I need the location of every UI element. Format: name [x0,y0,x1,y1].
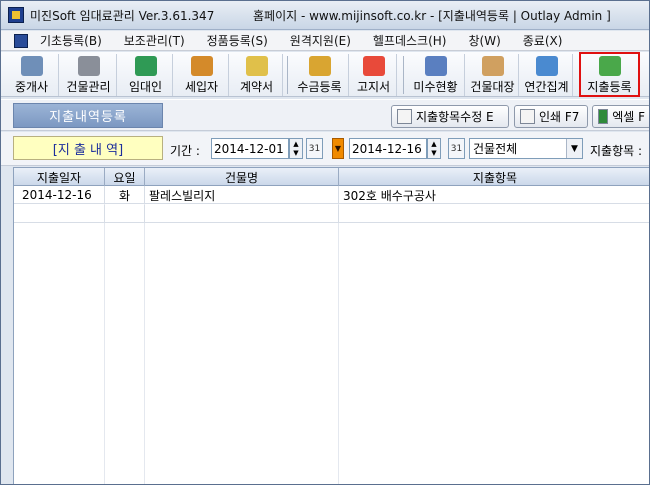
menu-bar: 기초등록(B) 보조관리(T) 정품등록(S) 원격지원(E) 헬프데스크(H)… [1,31,649,51]
date-to-calendar-icon[interactable]: 31 [448,138,465,159]
app-window: 미진Soft 임대료관리 Ver.3.61.347 홈페이지 - www.mij… [0,0,650,485]
section-title: 지출내역등록 [13,103,163,128]
panel-label: [지 출 내 역] [13,136,163,160]
menu-exit[interactable]: 종료(X) [523,32,563,49]
toolbar-button-agent[interactable]: 중개사 [5,54,59,96]
building-select[interactable]: 건물전체 ▼ [469,138,583,159]
toolbar-button-landlord[interactable]: 임대인 [119,54,173,96]
excel-label: 엑셀 F [612,110,645,124]
printer-icon [520,109,535,124]
excel-icon [598,109,609,124]
chevron-down-icon: ▼ [566,139,582,158]
spin-down-icon: ▼ [293,149,299,158]
cell-building: 팔레스빌리지 [145,186,339,204]
window-caption: 홈페이지 - www.mijinsoft.co.kr - [지출내역등록 | O… [253,8,611,23]
toolbar-separator [403,56,404,94]
toolbar-label: 연간집계 [524,80,569,94]
date-from-spinner[interactable]: ▲ ▼ [289,138,303,159]
toolbar-button-collection[interactable]: 수금등록 [291,54,349,96]
toolbar-label: 중개사 [14,80,49,94]
toolbar-label: 고지서 [356,80,391,94]
main-toolbar: 중개사 건물관리 임대인 세입자 계약서 수금등록 고지서 미수현황 건물대장 … [1,52,649,97]
toolbar-label: 지출등록 [587,80,632,94]
building-select-value: 건물전체 [473,142,518,156]
date-to-input[interactable]: 2014-12-16 [349,138,427,159]
menu-basic-registration[interactable]: 기초등록(B) [40,32,102,49]
cell-item: 302호 배수구공사 [339,186,649,204]
grid-header: 지출일자 요일 건물명 지출항목 [14,168,649,186]
toolbar-button-contract[interactable]: 계약서 [231,54,283,96]
spin-down-icon: ▼ [431,149,437,158]
outlay-grid: 지출일자 요일 건물명 지출항목 2014-12-16 화 팔레스빌리지 302… [13,167,649,484]
menu-window[interactable]: 창(W) [468,32,500,49]
toolbar-button-bill[interactable]: 고지서 [351,54,397,96]
toolbar-label: 세입자 [184,80,219,94]
column-header-day[interactable]: 요일 [105,168,145,186]
toolbar-button-outlay[interactable]: 지출등록 [579,52,640,97]
date-from-calendar-icon[interactable]: 31 [306,138,323,159]
coins-icon [308,56,331,76]
receivable-icon [424,56,447,76]
toolbar-label: 수금등록 [297,80,342,94]
menu-helpdesk[interactable]: 헬프데스크(H) [373,32,447,49]
tenant-icon [190,56,213,76]
title-bar: 미진Soft 임대료관리 Ver.3.61.347 홈페이지 - www.mij… [1,1,649,30]
table-row[interactable]: 2014-12-16 화 팔레스빌리지 302호 배수구공사 [14,186,649,204]
system-menu-icon[interactable] [14,33,28,48]
filter-bar: [지 출 내 역] 기간 : 2014-12-01 ▲ ▼ 31 ▼ 2014-… [1,132,649,166]
spin-up-icon: ▲ [293,139,299,148]
menu-license-registration[interactable]: 정품등록(S) [207,32,268,49]
calendar-icon [535,56,558,76]
bill-icon [362,56,385,76]
cell-day: 화 [105,186,145,204]
cell-empty [145,205,339,223]
outlay-item-label: 지출항목 : [590,144,643,158]
cell-empty [339,205,649,223]
app-title: 미진Soft 임대료관리 Ver.3.61.347 [30,8,215,23]
cell-empty [105,205,145,223]
outlay-icon [598,56,621,76]
toolbar-button-receivables[interactable]: 미수현황 [407,54,465,96]
contract-icon [245,56,268,76]
app-logo-icon [8,7,24,23]
toolbar-button-tenant[interactable]: 세입자 [175,54,229,96]
landlord-icon [134,56,157,76]
menu-aux-management[interactable]: 보조관리(T) [124,32,185,49]
building-icon [77,56,100,76]
table-row-empty[interactable] [14,205,649,223]
agent-icon [20,56,43,76]
toolbar-label: 임대인 [128,80,163,94]
edit-icon [397,109,412,124]
toolbar-label: 건물대장 [470,80,515,94]
edit-outlay-items-button[interactable]: 지출항목수정 E [391,105,509,128]
print-label: 인쇄 F7 [539,110,580,124]
toolbar-label: 건물관리 [66,80,111,94]
toolbar-button-annual-summary[interactable]: 연간집계 [521,54,573,96]
column-header-building[interactable]: 건물명 [145,168,339,186]
period-label: 기간 : [170,144,200,158]
toolbar-button-ledger[interactable]: 건물대장 [467,54,519,96]
cell-date: 2014-12-16 [14,186,105,204]
toolbar-button-building[interactable]: 건물관리 [61,54,117,96]
date-to-spinner[interactable]: ▲ ▼ [427,138,441,159]
spin-up-icon: ▲ [431,139,437,148]
excel-button[interactable]: 엑셀 F [592,105,649,128]
cell-empty [14,205,105,223]
range-arrow-icon[interactable]: ▼ [332,138,344,159]
date-from-input[interactable]: 2014-12-01 [211,138,289,159]
edit-outlay-items-label: 지출항목수정 E [416,110,494,124]
ledger-icon [481,56,504,76]
toolbar-separator [287,56,288,94]
print-button[interactable]: 인쇄 F7 [514,105,588,128]
toolbar-label: 계약서 [239,80,274,94]
menu-remote-support[interactable]: 원격지원(E) [290,32,351,49]
toolbar-label: 미수현황 [413,80,458,94]
column-header-item[interactable]: 지출항목 [339,168,649,186]
column-header-date[interactable]: 지출일자 [14,168,105,186]
sub-toolbar: 지출내역등록 지출항목수정 E 인쇄 F7 엑셀 F [1,99,649,131]
